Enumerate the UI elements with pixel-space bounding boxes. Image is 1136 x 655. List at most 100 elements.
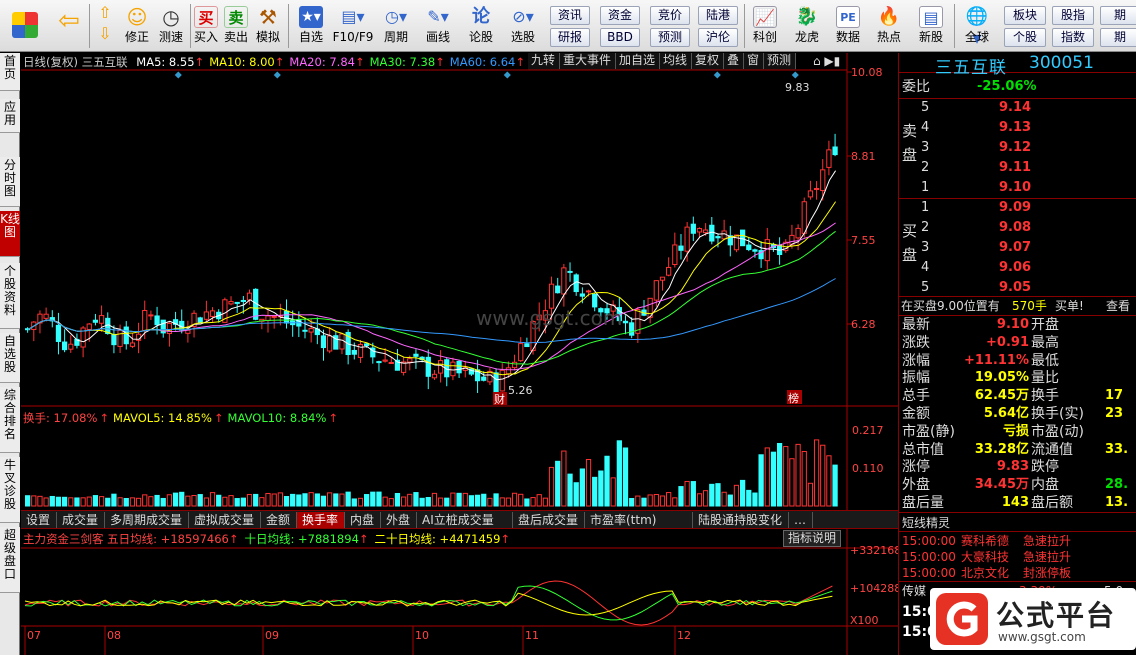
event-marker-icon[interactable] — [174, 71, 182, 79]
draw-line-button[interactable]: ✎▾ 画线 — [418, 2, 458, 50]
watchlist-button[interactable]: ★▾ 自选 — [291, 2, 331, 50]
indicator-tab[interactable]: 内盘 — [345, 512, 381, 528]
bid-row[interactable]: 2 9.08 — [899, 219, 1136, 237]
sell-button[interactable]: 卖卖出 — [222, 2, 250, 50]
indicator-tab[interactable]: 市盈率(ttm) — [585, 512, 693, 528]
news-button[interactable]: 资讯 — [550, 6, 590, 25]
volume-bar — [92, 495, 99, 507]
hk-connect-button[interactable]: 陆港 — [698, 6, 738, 25]
buy-button[interactable]: 买买入 — [192, 2, 220, 50]
ma-line — [27, 170, 837, 381]
news-item[interactable]: 15:00:00 大豪科技 急速拉升 — [899, 549, 1136, 565]
bid-row[interactable]: 1 9.09 — [899, 199, 1136, 217]
volume-bar — [166, 494, 173, 507]
finance-marker[interactable]: 财 — [494, 392, 505, 406]
indicator-tab[interactable]: 金额 — [261, 512, 297, 528]
news-item[interactable]: 15:00:00 赛科希德 急速拉升 — [899, 533, 1136, 549]
simulate-label: 模拟 — [255, 30, 280, 44]
ma-line — [27, 222, 836, 371]
indicator-tab[interactable]: 多周期成交量 — [105, 512, 189, 528]
event-marker-icon[interactable] — [273, 71, 281, 79]
news-item[interactable]: 15:00:00 北京文化 封涨停板 — [899, 565, 1136, 581]
event-marker-icon[interactable] — [503, 71, 511, 79]
forecast-button[interactable]: 预测 — [650, 28, 690, 47]
volume-bar — [758, 454, 764, 507]
indicator-tab[interactable]: … — [789, 512, 813, 528]
bid-price: 9.09 — [999, 200, 1032, 215]
period-button[interactable]: ◷▾ 周期 — [376, 2, 416, 50]
funds-button[interactable]: 资金 — [600, 6, 640, 25]
dragon-tiger-button[interactable]: 🐉 龙虎 — [788, 2, 826, 50]
nav-home[interactable]: 首页 — [0, 53, 20, 91]
indicator-tab[interactable]: 陆股通持股变化 — [693, 512, 789, 528]
nav-super-depth[interactable]: 超级盘口 — [0, 527, 20, 593]
indicator-help-button[interactable]: 指标说明 — [783, 530, 842, 547]
volume-bar — [394, 492, 401, 507]
volume-bar — [43, 497, 49, 507]
bid-row[interactable]: 3 9.07 — [899, 239, 1136, 257]
notice-view-link[interactable]: 查看 — [1106, 297, 1130, 315]
bid-level: 2 — [921, 220, 930, 235]
data-button[interactable]: PE 数据 — [830, 2, 866, 50]
speed-test-button[interactable]: ◷ 测速 — [154, 2, 188, 50]
nav-ranking[interactable]: 综合排名 — [0, 387, 20, 453]
forum-button[interactable]: 论论股 — [462, 2, 500, 50]
select-stock-button[interactable]: ⊘▾ 选股 — [502, 2, 544, 50]
bbd-button[interactable]: BBD — [600, 28, 640, 47]
ask-row[interactable]: 1 9.10 — [899, 179, 1136, 197]
bid-price: 9.06 — [999, 260, 1032, 275]
nav-apps[interactable]: 应用 — [0, 99, 20, 133]
indicator-tab[interactable]: 换手率 — [297, 512, 345, 528]
research-button[interactable]: 研报 — [550, 28, 590, 47]
index-button[interactable]: 指数 — [1052, 28, 1094, 47]
ask-row[interactable]: 4 9.13 — [899, 119, 1136, 137]
event-marker-icon[interactable] — [791, 71, 799, 79]
volume-bar — [604, 455, 610, 507]
ask-row[interactable]: 3 9.12 — [899, 139, 1136, 157]
futures-button[interactable]: 期 — [1100, 6, 1136, 25]
indicator-tab[interactable]: 成交量 — [57, 512, 105, 528]
indicator-tab[interactable]: 设置 — [21, 512, 57, 528]
indicator-tab[interactable]: 盘后成交量 — [513, 512, 585, 528]
indicator-tab[interactable]: AI立桩成交量 — [417, 512, 513, 528]
hotspot-button[interactable]: 🔥 热点 — [870, 2, 908, 50]
windows-grid-button[interactable] — [6, 2, 44, 50]
indicator-tab[interactable]: 外盘 — [381, 512, 417, 528]
global-button[interactable]: 🌐▾ 全球 — [956, 2, 998, 50]
indicator-tab[interactable]: 虚拟成交量 — [189, 512, 261, 528]
ipo-button[interactable]: ▤ 新股 — [912, 2, 950, 50]
nav-watchlist[interactable]: 自选股 — [0, 333, 20, 383]
stat-value: +11.11% — [963, 352, 1029, 368]
event-marker-icon[interactable] — [713, 71, 721, 79]
fix-button[interactable]: ☺ 修正 — [120, 2, 154, 50]
bid-row[interactable]: 4 9.06 — [899, 259, 1136, 277]
simulate-button[interactable]: ⚒ 模拟 — [252, 2, 284, 50]
stock-button[interactable]: 个股 — [1004, 28, 1046, 47]
sector-button[interactable]: 板块 — [1004, 6, 1046, 25]
back-button[interactable]: ⇦ — [52, 2, 86, 50]
volume-bar — [345, 491, 351, 507]
futures-button-2[interactable]: 期 — [1100, 28, 1136, 47]
star-market-button[interactable]: 📈 科创 — [746, 2, 784, 50]
bid-row[interactable]: 5 9.05 — [899, 279, 1136, 297]
volume-bar — [832, 464, 838, 507]
updown-buttons[interactable]: ⇧ ⇩ — [92, 2, 118, 50]
big-order-notice[interactable]: 在买盘9.00位置有 570手 买单! 查看 — [899, 297, 1136, 315]
ask-row[interactable]: 5 9.14 — [899, 99, 1136, 117]
price-tick: 7.55 — [851, 234, 876, 247]
nav-intraday[interactable]: 分时图 — [0, 157, 20, 207]
index-futures-button[interactable]: 股指 — [1052, 6, 1094, 25]
volume-bar — [228, 495, 234, 507]
volume-bar — [222, 496, 228, 507]
ask-level: 3 — [921, 140, 930, 155]
auction-button[interactable]: 竞价 — [650, 6, 690, 25]
stat-value: 亏损 — [1002, 423, 1029, 439]
shanghai-london-button[interactable]: 沪伦 — [698, 28, 738, 47]
dragon-list-marker[interactable]: 榜 — [788, 391, 799, 405]
ask-row[interactable]: 2 9.11 — [899, 159, 1136, 177]
nav-kline[interactable]: K线图 — [0, 211, 20, 257]
nav-stock-info[interactable]: 个股资料 — [0, 263, 20, 329]
f10-button[interactable]: ▤▾ F10/F9 — [332, 2, 374, 50]
nav-diagnosis[interactable]: 牛叉诊股 — [0, 457, 20, 523]
volume-bar — [259, 497, 265, 507]
